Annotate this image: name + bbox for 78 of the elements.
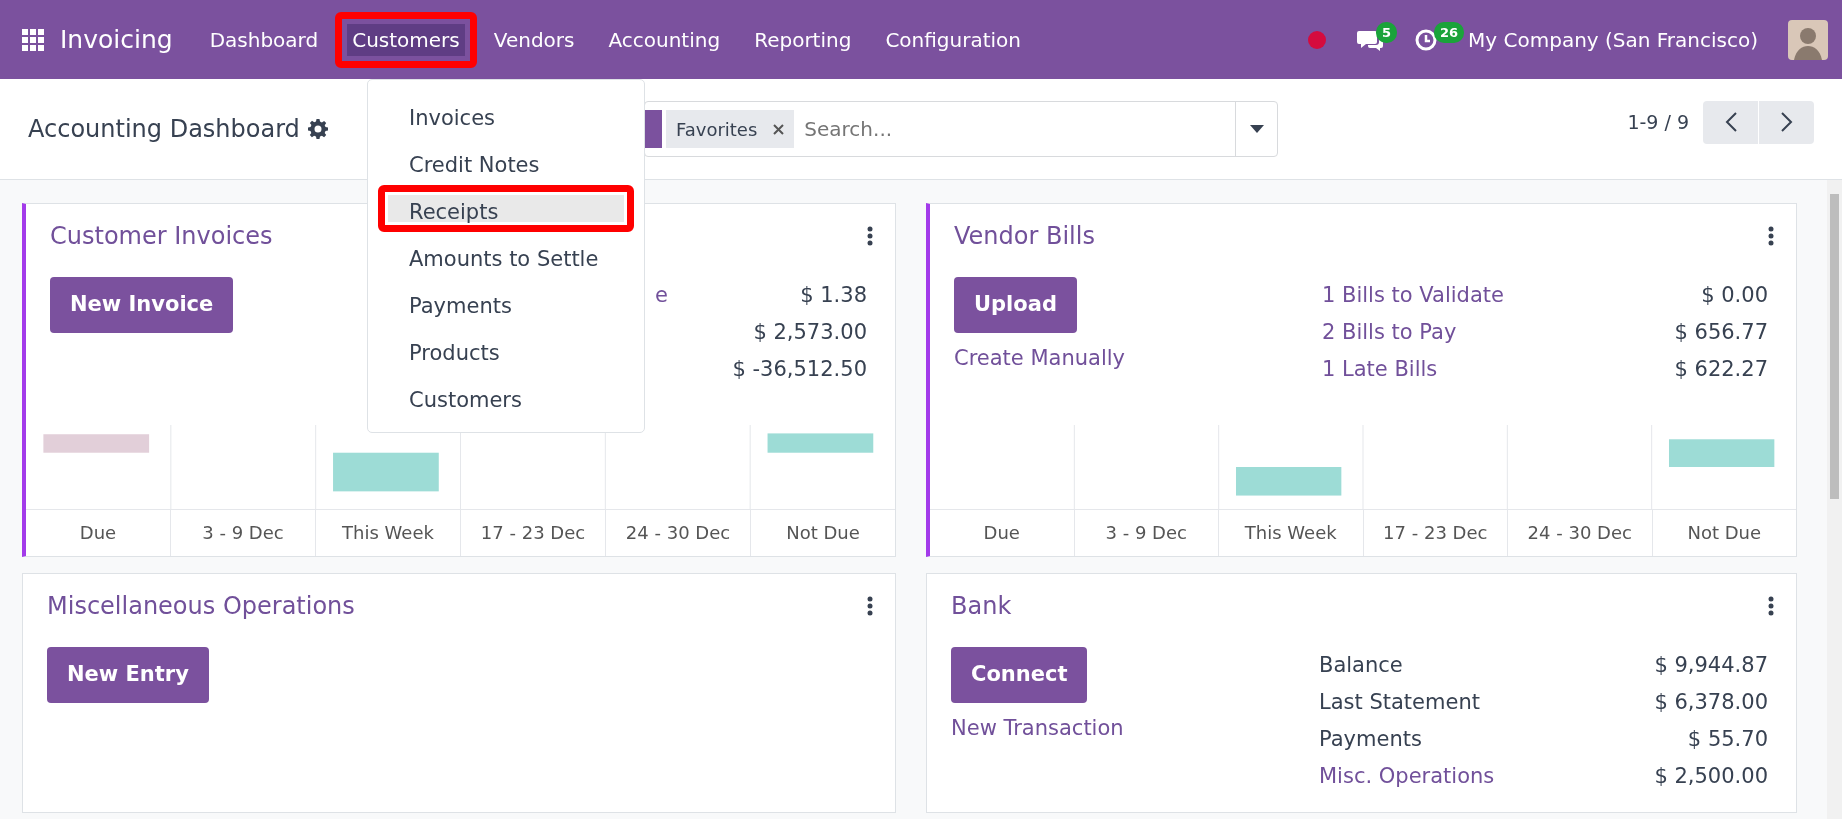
menu-item[interactable]: Customers (378, 373, 634, 420)
stat-link[interactable]: 1 Bills to Validate (1322, 277, 1675, 314)
close-icon[interactable] (773, 123, 785, 135)
stat-amount: $ 6,378.00 (1654, 689, 1768, 716)
search-field[interactable]: Favorites Search... (644, 101, 1278, 157)
stat-amount: $ 1.38 (799, 282, 867, 309)
secondary-action-link[interactable]: Create Manually (954, 343, 1126, 375)
stat-link[interactable]: 2 Bills to Pay (1322, 314, 1675, 351)
more-options-icon[interactable] (867, 226, 873, 246)
next-page-button[interactable] (1759, 100, 1814, 144)
menu-item[interactable]: Products (378, 326, 634, 373)
chart-label: 3 - 9 Dec (170, 510, 315, 556)
primary-action-button[interactable]: Upload (954, 277, 1077, 333)
company-switcher[interactable]: My Company (San Francisco) (1468, 24, 1758, 55)
stat-amount: $ 9,944.87 (1654, 652, 1768, 679)
stat-label: Balance (1319, 652, 1404, 679)
chart-label: 3 - 9 Dec (1073, 510, 1218, 556)
facet-label: Favorites (676, 117, 758, 142)
filter-facet-icon (645, 110, 662, 148)
stat-amount: $ 622.27 (1674, 356, 1768, 383)
stat-amount: $ 55.70 (1686, 726, 1768, 753)
nav-menu-item[interactable]: Configuration (868, 11, 1038, 68)
menu-item[interactable]: Amounts to Settle (378, 232, 634, 279)
chevron-right-icon (1780, 112, 1793, 132)
chevron-left-icon (1724, 112, 1737, 132)
stat-amount: $ 0.00 (1700, 282, 1768, 309)
primary-action-button[interactable]: New Entry (47, 647, 209, 703)
activity-count-badge: 26 (1434, 21, 1465, 43)
chart-label: 17 - 23 Dec (1362, 510, 1507, 556)
clock-icon[interactable] (1414, 27, 1439, 52)
more-options-icon[interactable] (867, 596, 873, 616)
card-title[interactable]: Miscellaneous Operations (47, 588, 355, 624)
stat-label: Last Statement (1319, 689, 1481, 716)
nav-menu-item[interactable]: Dashboard (192, 11, 336, 68)
stat-amount: $ -36,512.50 (732, 356, 867, 383)
previous-page-button[interactable] (1703, 100, 1758, 144)
settings-gear-icon[interactable] (307, 119, 328, 139)
page-title: Accounting Dashboard (28, 114, 300, 145)
user-avatar[interactable] (1788, 19, 1828, 60)
more-options-icon[interactable] (1768, 596, 1774, 616)
chart-label: Due (982, 521, 1021, 545)
chart-label: Not Due (1651, 510, 1796, 556)
primary-action-button[interactable]: Connect (951, 647, 1088, 703)
stat-amount: $ 2,573.00 (752, 319, 867, 346)
chart-label: 24 - 30 Dec (1507, 510, 1652, 556)
chart-label: Due (78, 521, 118, 545)
card-title[interactable]: Bank (951, 588, 1012, 624)
dropdown-caret-icon[interactable] (1249, 125, 1264, 133)
chart-label: This Week (1218, 510, 1363, 556)
chart-label: 17 - 23 Dec (460, 510, 605, 556)
menu-item[interactable]: Invoices (378, 91, 634, 138)
card-title[interactable]: Customer Invoices (50, 218, 273, 254)
scrollbar[interactable] (1827, 180, 1842, 819)
nav-menu-item[interactable]: Accounting (591, 11, 738, 68)
status-dot-icon[interactable] (1308, 30, 1327, 49)
card-title[interactable]: Vendor Bills (954, 218, 1095, 254)
nav-menu-item[interactable]: Reporting (737, 11, 869, 68)
favorites-facet[interactable]: Favorites (666, 110, 795, 148)
stat-amount: $ 656.77 (1674, 319, 1768, 346)
apps-menu-icon[interactable] (22, 28, 44, 51)
nav-menu-item[interactable]: Vendors (476, 11, 592, 68)
message-count-badge: 5 (1376, 21, 1398, 43)
chart-label: 24 - 30 Dec (605, 510, 750, 556)
stat-link[interactable]: Misc. Operations (1319, 758, 1655, 795)
nav-menu-item[interactable]: Customers (335, 11, 477, 68)
secondary-action-link[interactable]: New Transaction (951, 713, 1124, 745)
primary-action-button[interactable]: New Invoice (50, 277, 234, 333)
more-options-icon[interactable] (1768, 226, 1774, 246)
menu-item[interactable]: Payments (378, 279, 634, 326)
menu-item[interactable]: Receipts (378, 185, 634, 232)
stat-label: Payments (1319, 726, 1423, 753)
app-name: Invoicing (60, 23, 173, 56)
pager-value[interactable]: 1-9 / 9 (1627, 107, 1689, 137)
stat-link[interactable]: 1 Late Bills (1322, 351, 1675, 388)
menu-item[interactable]: Credit Notes (378, 138, 634, 185)
stat-amount: $ 2,500.00 (1654, 763, 1768, 790)
chart-label: Not Due (750, 510, 895, 556)
chart-label: This Week (315, 510, 460, 556)
